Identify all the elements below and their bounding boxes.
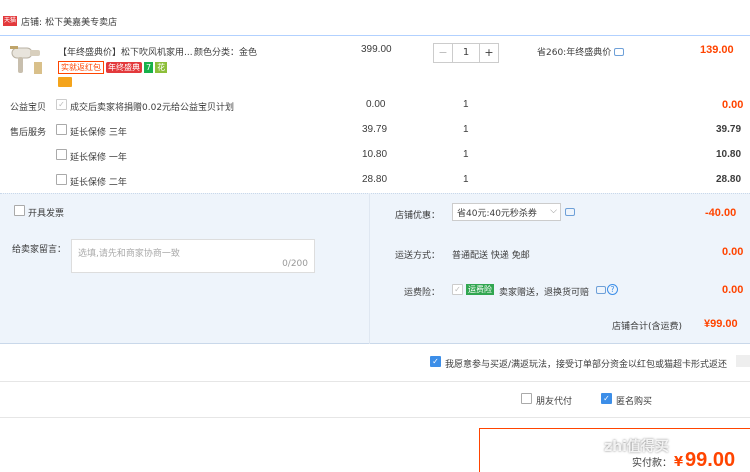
promo-tag: 年终盛典 <box>106 62 142 73</box>
hair-dryer-image <box>10 46 42 74</box>
warranty-total: 39.79 <box>716 124 742 135</box>
shop-total-label: 店铺合计(含运费) <box>612 322 683 332</box>
warranty-qty: 1 <box>463 174 469 185</box>
insurance-label: 运费险： <box>404 288 441 298</box>
shop-discount-value: 省40元:40元秒杀券 <box>457 208 537 219</box>
charity-label: 公益宝贝 <box>10 103 47 113</box>
warranty-price: 28.80 <box>362 174 388 185</box>
shop-discount-amount: -40.00 <box>705 207 737 219</box>
warranty-name: 延长保修 一年 <box>70 153 127 163</box>
watermark: zhi值得买 <box>604 439 669 455</box>
rebate-tag: 实就返红包 <box>58 61 104 74</box>
warranty-total: 28.80 <box>716 174 742 185</box>
shop-discount-label: 店铺优惠： <box>395 211 441 221</box>
friend-pay-checkbox[interactable] <box>521 393 532 404</box>
chat-icon[interactable] <box>596 286 606 294</box>
product-thumbnail[interactable] <box>8 44 46 80</box>
insurance-amount: 0.00 <box>722 284 744 296</box>
chat-icon[interactable] <box>614 47 625 56</box>
final-currency: ¥ <box>674 455 684 470</box>
friend-pay-label: 朋友代付 <box>536 397 573 407</box>
message-label: 给卖家留言： <box>12 245 67 255</box>
warranty-name: 延长保修 二年 <box>70 178 127 188</box>
warranty-checkbox[interactable] <box>56 174 67 185</box>
charity-text: 成交后卖家将捐赠0.02元给公益宝贝计划 <box>70 103 235 113</box>
shipping-value: 普通配送 快递 免邮 <box>452 251 530 261</box>
insurance-text: 卖家赠送，退换货可赔 <box>499 288 590 298</box>
shop-total-amount: ¥99.00 <box>704 318 738 330</box>
discount-text: 省260:年终盛典价 <box>537 48 612 58</box>
warranty-name: 延长保修 三年 <box>70 128 127 138</box>
tmall-badge: 天猫 <box>3 16 18 26</box>
chat-icon[interactable] <box>565 208 575 216</box>
warranty-total: 10.80 <box>716 149 742 160</box>
agreement-checkbox[interactable]: ✓ <box>430 356 441 367</box>
agreement-text: 我愿意参与买返/满返玩法，接受订单部分资金以红包或猫超卡形式返还 <box>445 360 728 370</box>
warranty-qty: 1 <box>463 149 469 160</box>
product-spec: 颜色分类：金色 <box>194 48 258 58</box>
product-title-link[interactable]: 【年终盛典价】松下吹风机家用... <box>58 45 202 58</box>
shop-label: 店铺: <box>21 17 43 28</box>
warranty-price: 10.80 <box>362 149 388 160</box>
warranty-checkbox[interactable] <box>56 124 67 135</box>
message-placeholder: 选填,请先和商家协商一致 <box>78 249 180 259</box>
shipping-amount: 0.00 <box>722 246 744 258</box>
shop-header: 天猫 店铺: 松下美嘉美专卖店 <box>3 14 117 28</box>
quantity-input[interactable]: 1 <box>453 43 479 63</box>
shop-name-link[interactable]: 松下美嘉美专卖店 <box>45 15 117 28</box>
minus-button[interactable]: − <box>433 43 453 63</box>
chevron-down-icon: ⌵ <box>550 206 557 216</box>
final-label: 实付款： <box>632 458 672 469</box>
charity-total: 0.00 <box>722 99 744 111</box>
seven-day-return-icon: 7 <box>144 62 154 73</box>
charity-qty: 1 <box>463 99 469 110</box>
warranty-qty: 1 <box>463 124 469 135</box>
huabei-icon: 花 <box>155 62 168 73</box>
card-icon <box>58 77 72 87</box>
invoice-label: 开具发票 <box>28 209 65 219</box>
help-icon[interactable]: ? <box>607 284 618 295</box>
final-amount: 99.00 <box>685 449 736 471</box>
warranty-checkbox[interactable] <box>56 149 67 160</box>
after-sales-label: 售后服务 <box>10 128 47 138</box>
product-subtotal: 139.00 <box>700 44 734 56</box>
anon-checkbox[interactable]: ✓ <box>601 393 612 404</box>
charity-checkbox[interactable]: ✓ <box>56 99 67 110</box>
insurance-badge: 运费险 <box>466 284 494 295</box>
quantity-stepper: − 1 + <box>433 43 499 63</box>
anon-label: 匿名购买 <box>616 397 653 407</box>
scroll-indicator <box>736 355 750 367</box>
shop-discount-select[interactable]: 省40元:40元秒杀券 ⌵ <box>452 203 561 221</box>
plus-button[interactable]: + <box>479 43 499 63</box>
warranty-price: 39.79 <box>362 124 388 135</box>
charity-price: 0.00 <box>366 99 386 110</box>
insurance-checkbox: ✓ <box>452 284 463 295</box>
message-counter: 0/200 <box>282 259 308 269</box>
message-textarea[interactable]: 选填,请先和商家协商一致 0/200 <box>71 239 315 273</box>
invoice-checkbox[interactable] <box>14 205 25 216</box>
unit-price: 399.00 <box>361 44 392 55</box>
shipping-label: 运送方式： <box>395 251 441 261</box>
